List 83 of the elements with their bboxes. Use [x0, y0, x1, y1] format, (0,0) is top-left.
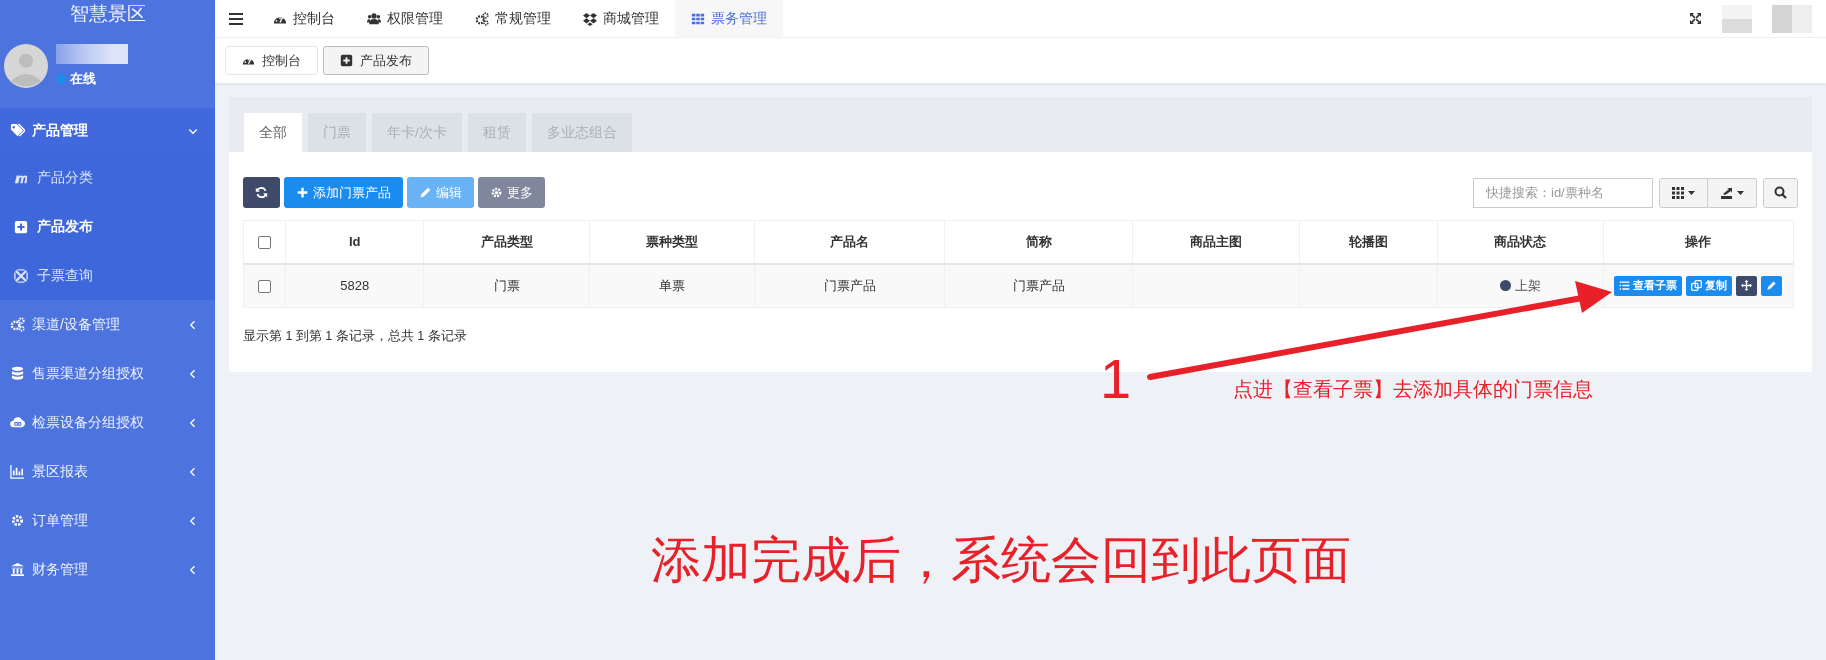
menu-item[interactable]: 产品管理 — [0, 108, 215, 153]
plus-icon — [296, 186, 309, 199]
page-tab[interactable]: 产品发布 — [323, 46, 429, 75]
tab[interactable]: 全部 — [244, 113, 302, 152]
search-button[interactable] — [1763, 177, 1798, 208]
annotation-caption: 添加完成后，系统会回到此页面 — [651, 531, 1351, 590]
status-label: 上架 — [1514, 276, 1541, 295]
table-cell: 门票 — [493, 277, 520, 293]
submenu-item[interactable]: 产品分类 — [0, 153, 215, 202]
menu-item[interactable]: 售票渠道分组授权 — [0, 349, 215, 398]
database-icon — [10, 366, 25, 381]
list-icon — [1619, 280, 1631, 292]
more-button[interactable]: 更多 — [478, 177, 545, 208]
boxes-icon — [583, 11, 597, 26]
table-cell: 门票产品 — [823, 277, 876, 293]
checkbox[interactable] — [258, 280, 272, 294]
export-icon — [1720, 186, 1733, 199]
action-button[interactable]: 复制 — [1686, 275, 1733, 296]
pencil-icon — [419, 186, 432, 199]
pagination-info: 显示第 1 到第 1 条记录，总共 1 条记录 — [243, 328, 468, 345]
blurred-block — [1772, 4, 1812, 33]
submenu-item[interactable]: 子票查询 — [0, 251, 215, 300]
refresh-icon — [255, 186, 268, 199]
menu-item[interactable]: 渠道/设备管理 — [0, 300, 215, 349]
gears-icon — [10, 317, 25, 332]
menu-item[interactable]: 检票设备分组授权 — [0, 398, 215, 447]
column-header: 操作 — [1603, 220, 1794, 264]
grid-icon — [691, 11, 705, 26]
caret-icon — [1737, 190, 1744, 195]
avatar — [4, 44, 48, 88]
cloud-icon — [10, 415, 25, 430]
gear-icon — [10, 513, 25, 528]
search-field[interactable]: 快捷搜索：id/票种名 — [1473, 177, 1653, 208]
table-cell: 门票产品 — [1012, 277, 1065, 293]
gears-icon — [475, 11, 489, 26]
bank-icon — [10, 562, 25, 577]
refresh-button[interactable] — [243, 177, 280, 208]
grid-icon — [1672, 186, 1684, 199]
nav-tab[interactable]: 常规管理 — [459, 0, 567, 37]
tags-icon — [10, 123, 25, 138]
move-button[interactable] — [1736, 275, 1758, 296]
submenu-item[interactable]: 产品发布 — [0, 202, 215, 251]
page-tab[interactable]: 控制台 — [225, 46, 318, 75]
users-icon — [367, 11, 381, 26]
search-icon — [1774, 186, 1787, 199]
move-icon — [1741, 280, 1753, 292]
column-header: 票种类型 — [589, 220, 755, 264]
column-header: 商品主图 — [1132, 220, 1300, 264]
menu-item[interactable]: 订单管理 — [0, 496, 215, 545]
checkbox[interactable] — [258, 236, 272, 250]
nav-tab[interactable]: 票务管理 — [675, 0, 783, 37]
blurred-block — [1722, 4, 1752, 33]
column-header: 产品类型 — [423, 220, 590, 264]
app-title: 智慧景区 — [68, 2, 147, 26]
column-header: 简称 — [944, 220, 1133, 264]
crossed-arrows-icon — [14, 268, 28, 283]
bar-chart-icon — [10, 464, 25, 479]
annotation-note: 点进【查看子票】去添加具体的门票信息 — [1233, 377, 1593, 402]
nav-tab[interactable]: 权限管理 — [351, 0, 459, 37]
column-header: 轮播图 — [1299, 220, 1438, 264]
column-header: 产品名 — [754, 220, 945, 264]
fullscreen-icon[interactable] — [1689, 12, 1702, 25]
pencil-icon — [1766, 280, 1778, 292]
table-cell: 5828 — [340, 278, 370, 294]
export-button[interactable] — [1708, 177, 1757, 208]
menu-item[interactable]: 财务管理 — [0, 545, 215, 594]
column-header: Id — [285, 220, 424, 264]
column-header: 商品状态 — [1437, 220, 1604, 264]
blurred-username — [56, 44, 128, 64]
gear-icon — [490, 186, 503, 199]
plus-square-icon — [14, 219, 28, 234]
nav-tab[interactable]: 商城管理 — [567, 0, 675, 37]
plus-square-icon — [340, 54, 353, 67]
action-button[interactable]: 查看子票 — [1614, 275, 1683, 296]
table-cell: 单票 — [658, 277, 685, 293]
columns-button[interactable] — [1659, 177, 1708, 208]
menu-item[interactable]: 景区报表 — [0, 447, 215, 496]
step-number: 1 — [1100, 349, 1132, 409]
add-button[interactable]: 添加门票产品 — [284, 177, 403, 208]
nav-tab[interactable]: 控制台 — [257, 0, 351, 37]
caret-icon — [1688, 190, 1695, 195]
copy-icon — [1691, 280, 1703, 292]
status-text: 在线 — [70, 70, 96, 88]
